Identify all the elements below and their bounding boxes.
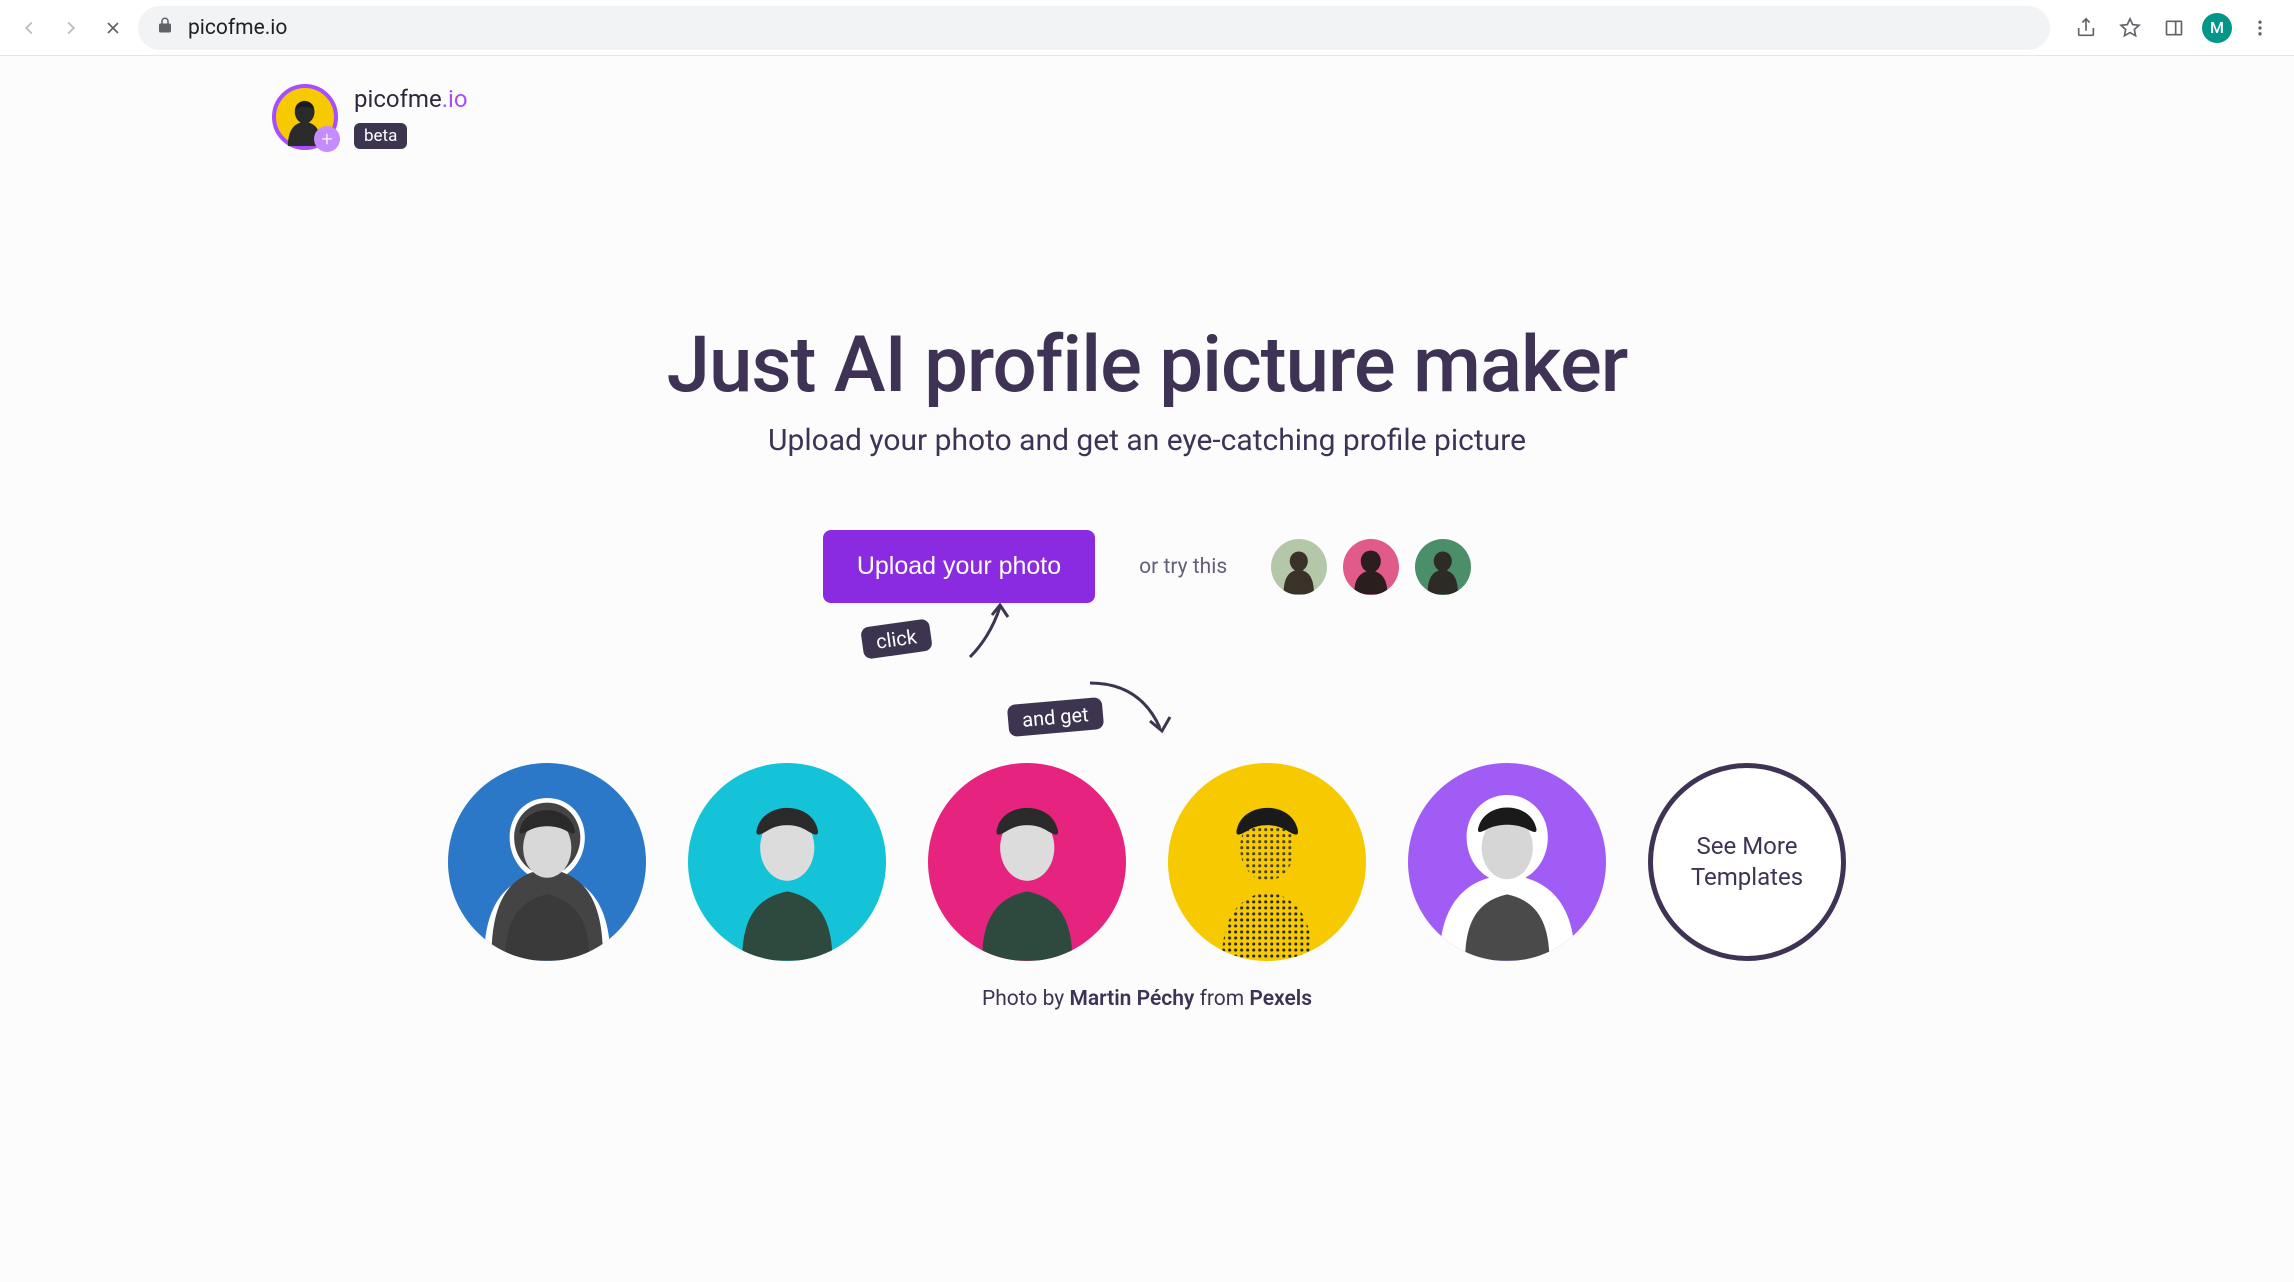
stop-button[interactable]	[96, 11, 130, 45]
template-3[interactable]	[928, 763, 1126, 961]
site-header: + picofme.io beta	[0, 56, 2294, 150]
brand-name: picofme.io	[354, 85, 468, 113]
hints-area: click and get	[0, 603, 2294, 733]
url-text: picofme.io	[188, 16, 2032, 40]
share-icon[interactable]	[2070, 12, 2102, 44]
forward-button[interactable]	[54, 11, 88, 45]
hero-subtitle: Upload your photo and get an eye-catchin…	[0, 423, 2294, 458]
sample-photo-1[interactable]	[1271, 539, 1327, 595]
browser-toolbar: picofme.io M	[0, 0, 2294, 56]
cta-row: Upload your photo or try this	[0, 530, 2294, 603]
hint-click-badge: click	[860, 618, 933, 659]
chrome-actions: M	[2058, 12, 2282, 44]
photo-credit: Photo by Martin Péchy from Pexels	[0, 987, 2294, 1011]
sample-photo-3[interactable]	[1415, 539, 1471, 595]
credit-author-link[interactable]: Martin Péchy	[1069, 987, 1194, 1011]
site-logo[interactable]: +	[272, 84, 338, 150]
back-button[interactable]	[12, 11, 46, 45]
upload-button[interactable]: Upload your photo	[823, 530, 1095, 603]
menu-dots-icon[interactable]	[2244, 12, 2276, 44]
sample-row	[1271, 539, 1471, 595]
template-4[interactable]	[1168, 763, 1366, 961]
hero-title: Just AI profile picture maker	[0, 320, 2294, 411]
brand-block: picofme.io beta	[354, 85, 468, 149]
beta-badge: beta	[354, 123, 407, 149]
page-content: + picofme.io beta Just AI profile pictur…	[0, 56, 2294, 1011]
address-bar[interactable]: picofme.io	[138, 6, 2050, 50]
bookmark-star-icon[interactable]	[2114, 12, 2146, 44]
arrow-down-icon	[1080, 673, 1180, 753]
templates-row: See More Templates	[0, 763, 2294, 961]
side-panel-icon[interactable]	[2158, 12, 2190, 44]
arrow-up-icon	[960, 597, 1020, 667]
plus-icon: +	[314, 126, 340, 152]
template-5[interactable]	[1408, 763, 1606, 961]
sample-photo-2[interactable]	[1343, 539, 1399, 595]
lock-icon	[156, 16, 174, 40]
template-1[interactable]	[448, 763, 646, 961]
credit-source-link[interactable]: Pexels	[1249, 987, 1312, 1011]
try-text: or try this	[1139, 555, 1227, 579]
hero-section: Just AI profile picture maker Upload you…	[0, 320, 2294, 458]
see-more-templates-button[interactable]: See More Templates	[1648, 763, 1846, 961]
chrome-profile-avatar[interactable]: M	[2202, 13, 2232, 43]
template-2[interactable]	[688, 763, 886, 961]
